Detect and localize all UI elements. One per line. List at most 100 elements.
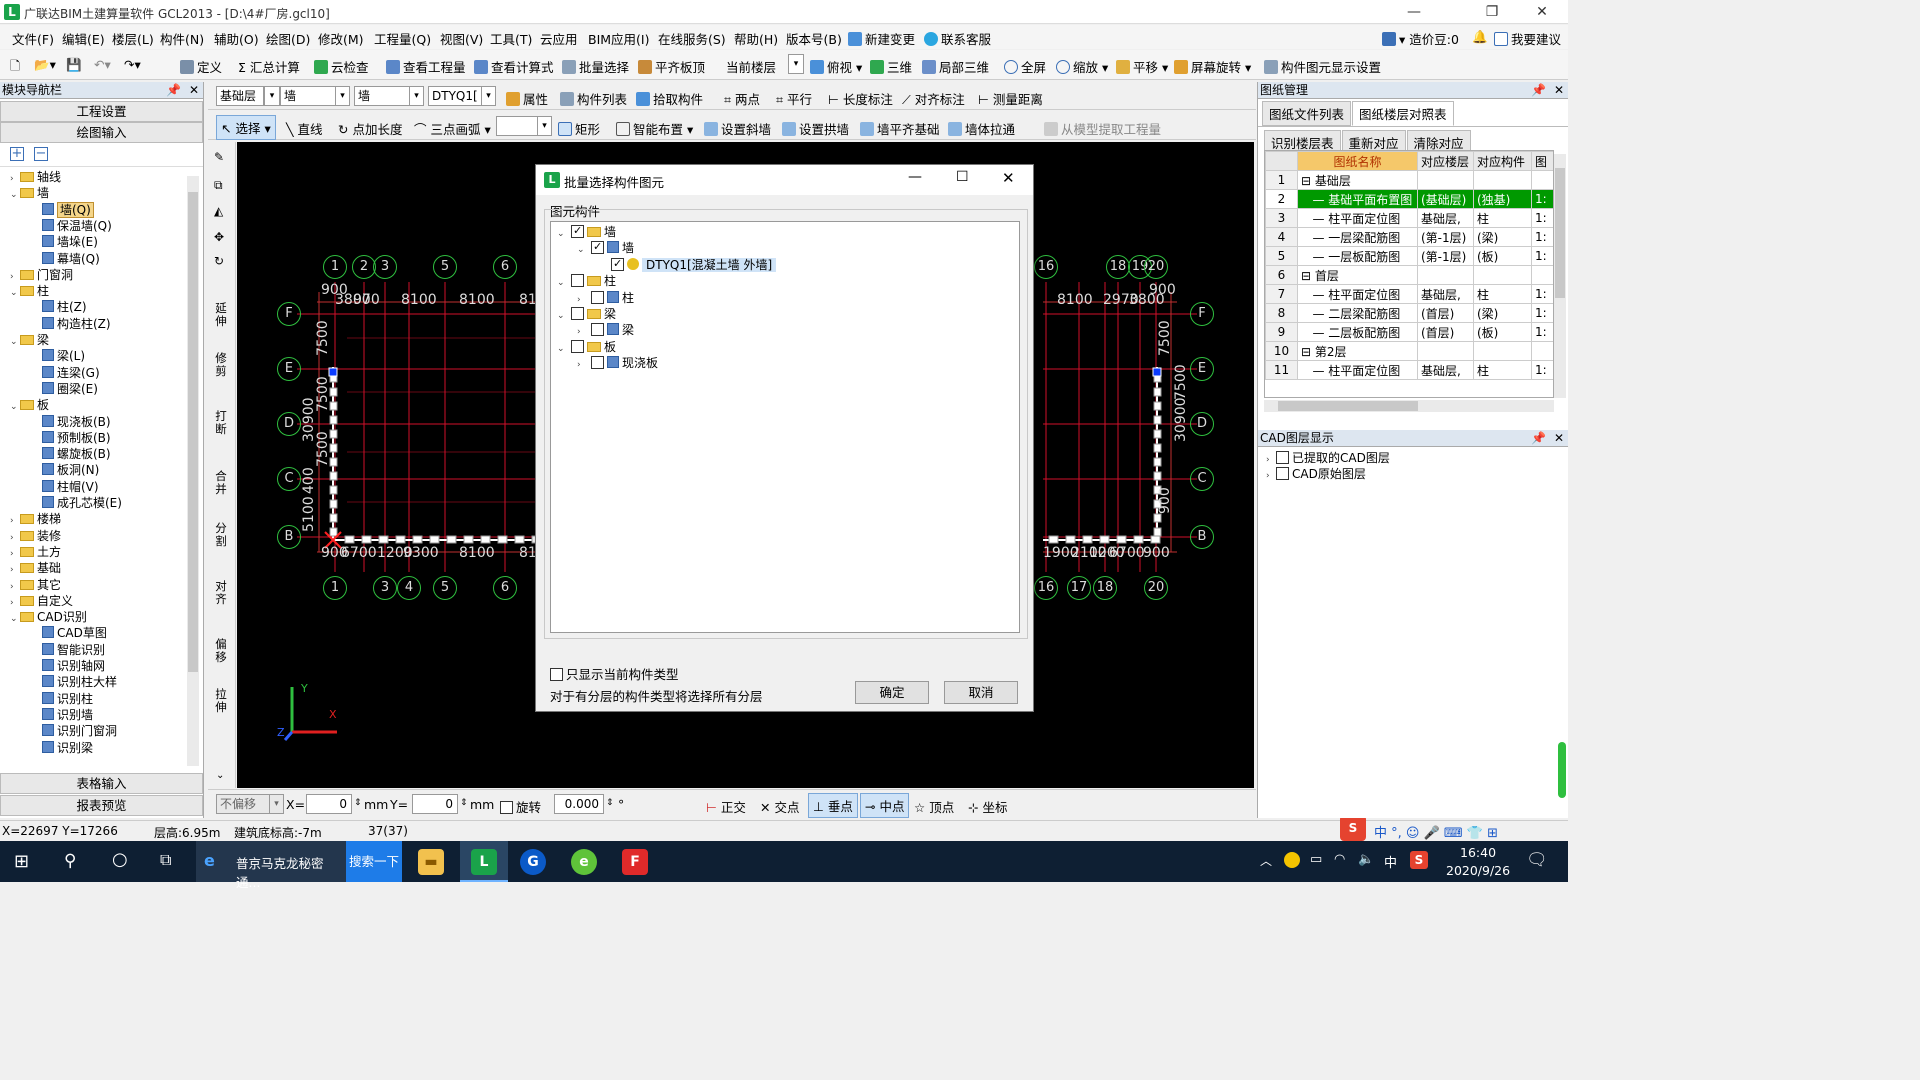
table-row[interactable]: 5 — 一层板配筋图 (第-1层) (板) 1: (1265, 246, 1553, 266)
row-axis-bubble-left[interactable]: C (277, 467, 301, 491)
component-list-button[interactable]: 构件列表 (560, 89, 627, 108)
table-cell[interactable]: 基础层, (1417, 208, 1474, 228)
rotate-option[interactable]: 旋转 (500, 797, 541, 816)
rotate-stepper-icon[interactable]: ⇕ (606, 798, 614, 808)
table-cell[interactable]: 10 (1265, 341, 1298, 361)
nav-tree-item[interactable]: 圈梁(E) (42, 381, 98, 397)
table-cell[interactable]: (第-1层) (1417, 246, 1474, 266)
table-row[interactable]: 1 ⊟ 基础层 (1265, 170, 1553, 190)
nav-tree-item[interactable]: 螺旋板(B) (42, 446, 111, 462)
nav-tree-item[interactable]: › 门窗洞 (10, 267, 73, 283)
tree-checkbox[interactable] (571, 339, 584, 353)
properties-button[interactable]: 属性 (506, 89, 548, 108)
ime-toolbar[interactable]: 中 °, ☺ 🎤 ⌨ 👕 ⊞ (1374, 822, 1498, 841)
tab-drawing-files[interactable]: 图纸文件列表 (1262, 101, 1352, 126)
parallel-button[interactable]: ⌗ 平行 (776, 89, 812, 108)
drawing-input-button[interactable]: 绘图输入 (0, 122, 203, 143)
table-cell[interactable]: — 二层梁配筋图 (1297, 303, 1418, 323)
nav-tree-item[interactable]: ⌄ 梁 (10, 332, 49, 348)
nav-tree-item[interactable]: › 基础 (10, 560, 61, 576)
table-cell[interactable]: 基础层, (1417, 284, 1474, 304)
table-cell[interactable]: 柱 (1473, 208, 1532, 228)
table-cell[interactable]: 柱 (1473, 284, 1532, 304)
slant-wall-button[interactable]: 设置斜墙 (704, 119, 771, 138)
dialog-minimize-button[interactable]: — (908, 169, 922, 185)
col-floor[interactable]: 对应楼层 (1417, 151, 1474, 171)
table-cell[interactable] (1473, 341, 1532, 361)
3d-button[interactable]: 三维 (870, 57, 912, 76)
view-formula-button[interactable]: 查看计算式 (474, 57, 554, 76)
move-icon[interactable]: ✥ (214, 230, 224, 244)
table-cell[interactable]: 1: (1531, 284, 1553, 304)
axis-bubble-top[interactable]: 3 (373, 255, 397, 279)
table-cell[interactable]: 8 (1265, 303, 1298, 323)
three-point-arc-button[interactable]: ⌒ 三点画弧 ▾ (414, 119, 491, 138)
select-button[interactable]: ↖ 选择 ▾ (216, 115, 276, 140)
nav-tree-item[interactable]: 识别轴网 (42, 658, 105, 674)
summary-calc-button[interactable]: Σ 汇总计算 (238, 57, 300, 76)
table-cell[interactable] (1531, 265, 1553, 285)
table-cell[interactable]: (基础层) (1417, 189, 1474, 209)
zoom-button[interactable]: 缩放 ▾ (1056, 57, 1108, 76)
nav-tree-item[interactable]: 识别门窗洞 (42, 723, 117, 739)
table-vscrollbar[interactable] (1554, 154, 1566, 398)
mirror-icon[interactable]: ◭ (214, 204, 223, 218)
length-dim-button[interactable]: ⊢ 长度标注 (828, 89, 893, 108)
nav-tree-item[interactable]: 幕墙(Q) (42, 251, 100, 267)
nav-tree-item[interactable]: › 轴线 (10, 169, 61, 185)
axis-bubble-top[interactable]: 5 (433, 255, 457, 279)
category-select[interactable]: 墙 ▾ (280, 86, 350, 106)
pdf-app-icon[interactable]: F (622, 849, 648, 875)
table-cell[interactable]: 7 (1265, 284, 1298, 304)
offset-select[interactable]: 不偏移 ▾ (216, 794, 284, 814)
dialog-tree-item[interactable]: ⌄ 板 (557, 339, 616, 355)
table-cell[interactable]: 4 (1265, 227, 1298, 247)
axis-bubble-top[interactable]: 1 (323, 255, 347, 279)
menu-tools[interactable]: 工具(T) (490, 29, 532, 48)
sogou-tray-icon[interactable]: S (1410, 851, 1428, 869)
nav-tree-item[interactable]: 墙垛(E) (42, 234, 98, 250)
tree-checkbox[interactable] (591, 290, 604, 304)
rectangle-button[interactable]: 矩形 (558, 119, 600, 138)
element-display-settings-button[interactable]: 构件图元显示设置 (1264, 57, 1381, 76)
chevron-down-icon[interactable]: ⌄ (577, 242, 591, 258)
glodon-g-icon[interactable]: G (520, 849, 546, 875)
new-file-icon[interactable]: 🗋 (10, 57, 20, 78)
break-tool[interactable]: 打断 (214, 410, 228, 436)
table-cell[interactable] (1417, 341, 1474, 361)
table-row[interactable]: 2 — 基础平面布置图 (基础层) (独基) 1: (1265, 189, 1553, 209)
table-cell[interactable]: (首层) (1417, 303, 1474, 323)
chevron-down-icon[interactable]: ⌄ (557, 341, 571, 357)
brush-icon[interactable]: ✎ (214, 150, 224, 164)
floor-select[interactable]: 基础层 (216, 86, 264, 106)
task-view-icon[interactable]: ⧉ (160, 850, 171, 870)
dialog-tree-item[interactable]: DTYQ1[混凝土墙 外墙] (597, 256, 777, 273)
pin-icon[interactable]: 📌 (1531, 82, 1546, 99)
chevron-down-icon[interactable]: ⌄ (557, 275, 571, 291)
sogou-ime-icon[interactable]: S (1340, 815, 1366, 841)
dialog-tree-item[interactable]: ⌄墙 (577, 239, 634, 258)
perpendicular-snap-button[interactable]: ⊥ 垂点 (808, 793, 858, 818)
menu-modify[interactable]: 修改(M) (318, 29, 364, 48)
smart-layout-button[interactable]: 智能布置 ▾ (616, 119, 693, 138)
browser-icon[interactable]: e (571, 849, 597, 875)
undo-icon[interactable]: ↶▾ (94, 57, 111, 72)
table-cell[interactable]: 5 (1265, 246, 1298, 266)
nav-tree-item[interactable]: 构造柱(Z) (42, 316, 111, 332)
table-cell[interactable]: — 一层梁配筋图 (1297, 227, 1418, 247)
table-cell[interactable] (1473, 265, 1532, 285)
merge-tool[interactable]: 合并 (214, 470, 228, 496)
table-cell[interactable]: 1 (1265, 170, 1298, 190)
row-axis-bubble-right[interactable]: E (1190, 357, 1214, 381)
nav-tree-item[interactable]: 识别梁 (42, 740, 93, 756)
x-stepper-icon[interactable]: ⇕ (354, 798, 362, 808)
nav-tree-item[interactable]: 现浇板(B) (42, 414, 111, 430)
suggest-link[interactable]: 我要建议 (1494, 29, 1561, 48)
chevron-down-icon[interactable]: ⌄ (557, 226, 571, 242)
nav-tree-item[interactable]: ⌄ 墙 (10, 185, 49, 201)
nav-tree-item[interactable]: 板洞(N) (42, 462, 99, 478)
table-hscrollbar[interactable] (1264, 400, 1554, 412)
axis-bubble-bottom[interactable]: 17 (1067, 576, 1091, 600)
nav-tree-item[interactable]: 预制板(B) (42, 430, 111, 446)
nav-tree-item[interactable]: 识别墙 (42, 707, 93, 723)
